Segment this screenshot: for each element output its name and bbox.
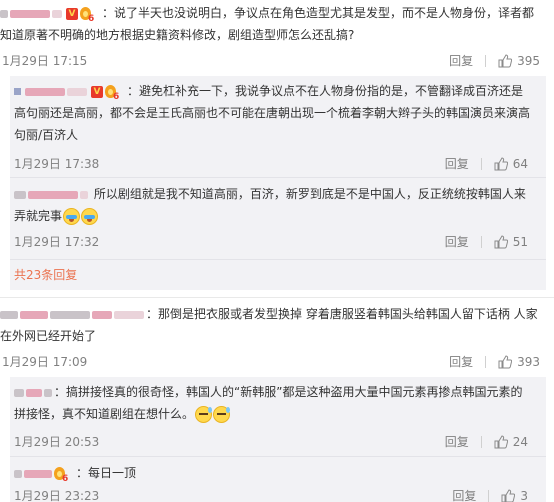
reply-text: 每日一顶 — [88, 466, 137, 480]
reply-divider — [10, 177, 546, 178]
reply-body: 6 ：每日一顶 — [14, 462, 534, 484]
comment-time: 1月29日 17:09 — [2, 355, 88, 369]
action-separator — [480, 158, 482, 170]
reply-divider — [10, 456, 546, 457]
thumbs-up-icon[interactable] — [494, 235, 508, 249]
like-count: 393 — [517, 355, 540, 369]
reply-author[interactable] — [14, 385, 54, 399]
more-replies-link[interactable]: 共23条回复 — [14, 267, 77, 283]
fan-level-badge-icon: 6 — [80, 7, 100, 24]
thumbs-up-icon[interactable] — [498, 54, 513, 68]
action-separator — [485, 55, 487, 67]
action-separator — [485, 356, 487, 368]
reply-button[interactable]: 回复 — [445, 434, 469, 450]
reply-button[interactable]: 回复 — [445, 234, 469, 250]
reply-actions: 回复 24 — [445, 434, 528, 450]
reply-time: 1月29日 17:38 — [14, 157, 100, 171]
thumbs-up-icon[interactable] — [494, 157, 508, 171]
reply-actions: 回复 3 — [452, 488, 528, 502]
comment-body: ：那倒是把衣服或者发型换掉 穿着唐服竖着韩国头给韩国人留下话柄 人家在外网已经开… — [0, 307, 538, 343]
action-separator — [480, 236, 482, 248]
comment-author[interactable] — [0, 6, 64, 20]
like-count: 3 — [520, 489, 528, 502]
comment-time: 1月29日 17:15 — [2, 54, 88, 68]
comment-actions: 回复 395 — [449, 53, 540, 69]
verified-badge-icon: V — [66, 7, 78, 20]
fan-level-badge-icon: 6 — [105, 85, 125, 102]
reply-author[interactable] — [14, 84, 89, 98]
reply-actions: 回复 51 — [445, 234, 528, 250]
comment-divider — [0, 297, 554, 298]
reply-actions: 回复 64 — [445, 156, 528, 172]
sweat-emoji-icon — [195, 406, 213, 423]
reply-button[interactable]: 回复 — [445, 156, 469, 172]
thumbs-up-icon[interactable] — [501, 489, 516, 502]
reply-body: ：搞拼接怪真的很奇怪，韩国人的“新韩服”都是这种盗用大量中国元素再掺点韩国元素的… — [14, 385, 523, 423]
reply-time: 1月29日 23:23 — [14, 489, 100, 502]
reply-body: 所以剧组就是我不知道高丽，百济，新罗到底是不是中国人，反正统统按韩国人来弄就完事 — [14, 183, 534, 227]
like-count: 64 — [512, 157, 528, 171]
action-separator — [480, 436, 482, 448]
fan-level-badge-icon: 6 — [54, 467, 74, 484]
reply-time: 1月29日 20:53 — [14, 435, 100, 449]
reply-text: 搞拼接怪真的很奇怪，韩国人的“新韩服”都是这种盗用大量中国元素再掺点韩国元素的拼… — [14, 385, 523, 421]
crying-emoji-icon — [63, 208, 81, 225]
verified-badge-icon: V — [91, 85, 103, 98]
sweat-emoji-icon — [213, 406, 231, 423]
reply-button[interactable]: 回复 — [449, 354, 473, 370]
like-count: 51 — [512, 235, 528, 249]
thumbs-up-icon[interactable] — [498, 355, 513, 369]
reply-time: 1月29日 17:32 — [14, 235, 100, 249]
crying-emoji-icon — [81, 208, 99, 225]
like-count: 395 — [517, 54, 540, 68]
reply-button[interactable]: 回复 — [449, 53, 473, 69]
reply-body: V 6 ：避免杠补充一下，我说争议点不在人物身份指的是，不管翻译成百济还是高句丽还是… — [14, 84, 531, 142]
comment-actions: 回复 393 — [449, 354, 540, 370]
reply-divider — [10, 259, 546, 260]
reply-author[interactable] — [14, 187, 90, 201]
comment-author[interactable] — [0, 307, 146, 321]
thumbs-up-icon[interactable] — [494, 435, 508, 449]
reply-button[interactable]: 回复 — [452, 488, 476, 502]
comment-body: V 6 ：说了半天也没说明白，争议点在角色造型尤其是发型，而不是人物身份，译者都知道… — [0, 6, 535, 42]
reply-author[interactable] — [14, 466, 54, 480]
like-count: 24 — [512, 435, 528, 449]
action-separator — [488, 490, 490, 502]
